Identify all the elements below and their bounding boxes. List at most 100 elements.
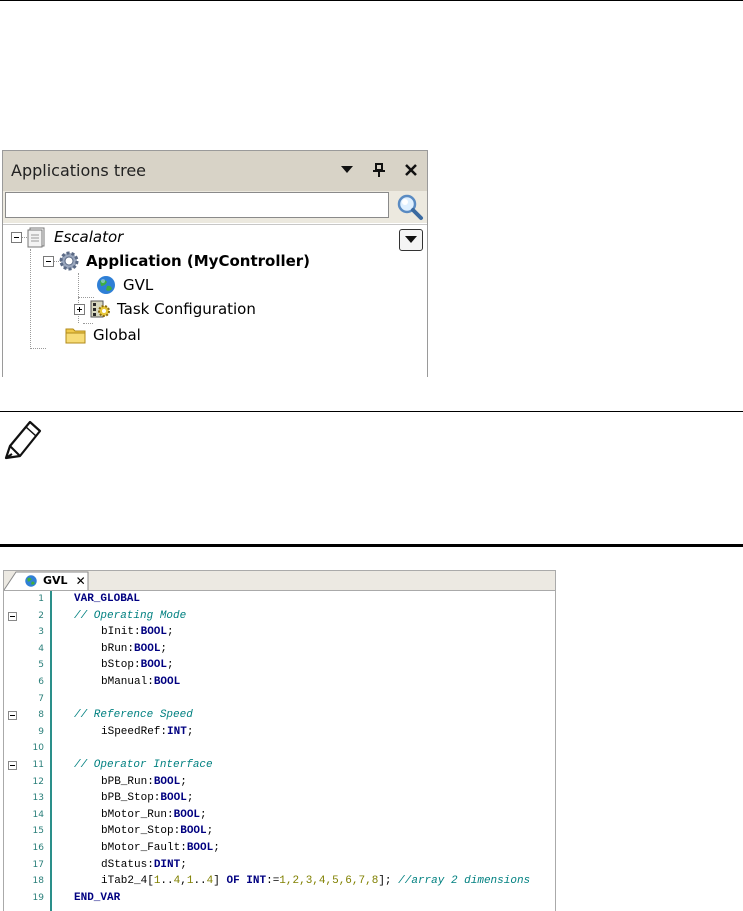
triangle-down-icon [341,166,353,173]
code-line: 3 bInit:BOOL; [4,624,555,641]
code-comment: // Reference Speed [74,709,193,722]
line-number: 8 [38,710,44,721]
line-number: 10 [32,743,44,754]
tree-node-label: Escalator [54,228,124,246]
code-punct: ; [206,825,214,838]
section-rule [0,544,743,547]
globe-icon [25,574,37,587]
expand-toggle[interactable] [74,303,85,315]
search-input[interactable] [5,192,389,218]
code-punct: ; [213,841,220,854]
code-identifier: bPB_Stop: [101,792,161,805]
code-keyword: VAR_GLOBAL [74,593,141,605]
tree-node-escalator[interactable]: Escalator [11,225,123,249]
tree-view: Escalator Application (MyController) GVL [3,224,427,378]
panel-header: Applications tree [3,151,427,192]
line-number: 17 [32,859,44,870]
tree-node-label: GVL [123,276,154,294]
code-line: 16 bMotor_Fault:BOOL; [4,840,555,857]
tree-node-label: Application (MyController) [86,252,311,270]
code-punct: ; [167,626,174,639]
close-tab-button[interactable]: ✕ [76,574,86,588]
panel-title: Applications tree [11,161,147,180]
code-punct: ] [213,875,227,888]
code-identifier: iSpeedRef: [101,725,168,738]
line-number: 2 [38,610,44,621]
line-number: 14 [32,809,44,820]
applications-tree-panel: Applications tree Escalator Application … [2,150,428,377]
line-number: 7 [38,693,44,704]
tree-node-gvl[interactable]: GVL [95,273,153,297]
line-number: 6 [38,676,44,687]
line-number: 16 [32,842,44,853]
code-punct: ; [180,775,187,788]
tree-node-application[interactable]: Application (MyController) [43,249,310,273]
close-panel-button[interactable] [401,159,421,181]
code-line: 10 [4,740,555,757]
code-keyword: OF [226,875,240,888]
code-punct: := [266,875,280,888]
tree-connector [30,348,46,349]
tab-gvl[interactable]: GVL ✕ [4,571,90,591]
tree-node-label: Global [93,326,141,344]
code-identifier: bMotor_Fault: [101,841,187,854]
code-punct: ; [200,808,207,821]
search-icon[interactable] [394,192,424,222]
collapse-toggle[interactable] [8,711,17,721]
document-icon [27,227,45,248]
code-identifier: bManual: [101,675,154,688]
code-line: 2 // Operating Mode [4,608,555,625]
chevron-down-icon [405,236,417,243]
search-row [3,191,427,223]
code-keyword: BOOL [186,841,214,854]
code-keyword: BOOL [180,825,207,838]
code-identifier: bPB_Run: [101,775,154,788]
tab-label: GVL [43,574,68,587]
code-line: 13 bPB_Stop:BOOL; [4,790,555,807]
task-configuration-icon [90,300,110,318]
code-keyword: DINT [153,858,181,871]
code-identifier: bRun: [101,642,135,655]
code-punct: ; [186,792,194,805]
collapse-toggle[interactable] [8,760,17,770]
tree-node-label: Task Configuration [117,300,256,318]
collapse-toggle[interactable] [11,231,22,243]
panel-menu-button[interactable] [337,159,357,181]
line-number: 3 [38,627,44,638]
code-keyword: INT [167,725,187,738]
tree-node-task-configuration[interactable]: Task Configuration [74,297,256,321]
line-number: 1 [38,594,44,604]
code-area[interactable]: 1 VAR_GLOBAL 2 // Operating Mode 3 bInit: BO… [4,591,555,906]
code-line: 19 END_VAR [4,890,555,907]
tree-dropdown-button[interactable] [399,229,423,251]
pencil-icon [4,420,42,460]
line-number: 12 [32,776,44,787]
code-punct: ]; [378,875,399,888]
collapse-toggle[interactable] [8,611,17,621]
code-line: 11 // Operator Interface [4,757,555,774]
gear-icon [59,251,79,271]
line-number: 18 [32,876,44,887]
line-number: 11 [32,759,44,770]
note-rule [0,411,743,412]
code-line: 8 // Reference Speed [4,707,555,724]
collapse-toggle[interactable] [43,255,54,267]
pin-button[interactable] [369,159,389,181]
code-keyword: BOOL [153,675,181,688]
line-number: 15 [32,826,44,837]
code-identifier: bInit: [101,626,141,639]
globe-icon [97,276,115,294]
line-number: 5 [38,660,44,671]
code-line: 5 bStop:BOOL; [4,657,555,674]
code-comment: //array 2 dimensions [398,875,531,888]
code-comment: // Operating Mode [74,609,187,622]
close-icon [405,164,417,176]
code-line: 9 iSpeedRef:INT; [4,724,555,741]
tree-connector [30,249,31,349]
folder-icon [65,328,86,344]
code-identifier: bStop: [101,659,141,672]
code-line: 17 dStatus:DINT; [4,857,555,874]
tree-node-global[interactable]: Global [65,323,141,347]
code-identifier: bMotor_Run: [101,808,174,821]
code-line: 6 bManual:BOOL [4,674,555,691]
